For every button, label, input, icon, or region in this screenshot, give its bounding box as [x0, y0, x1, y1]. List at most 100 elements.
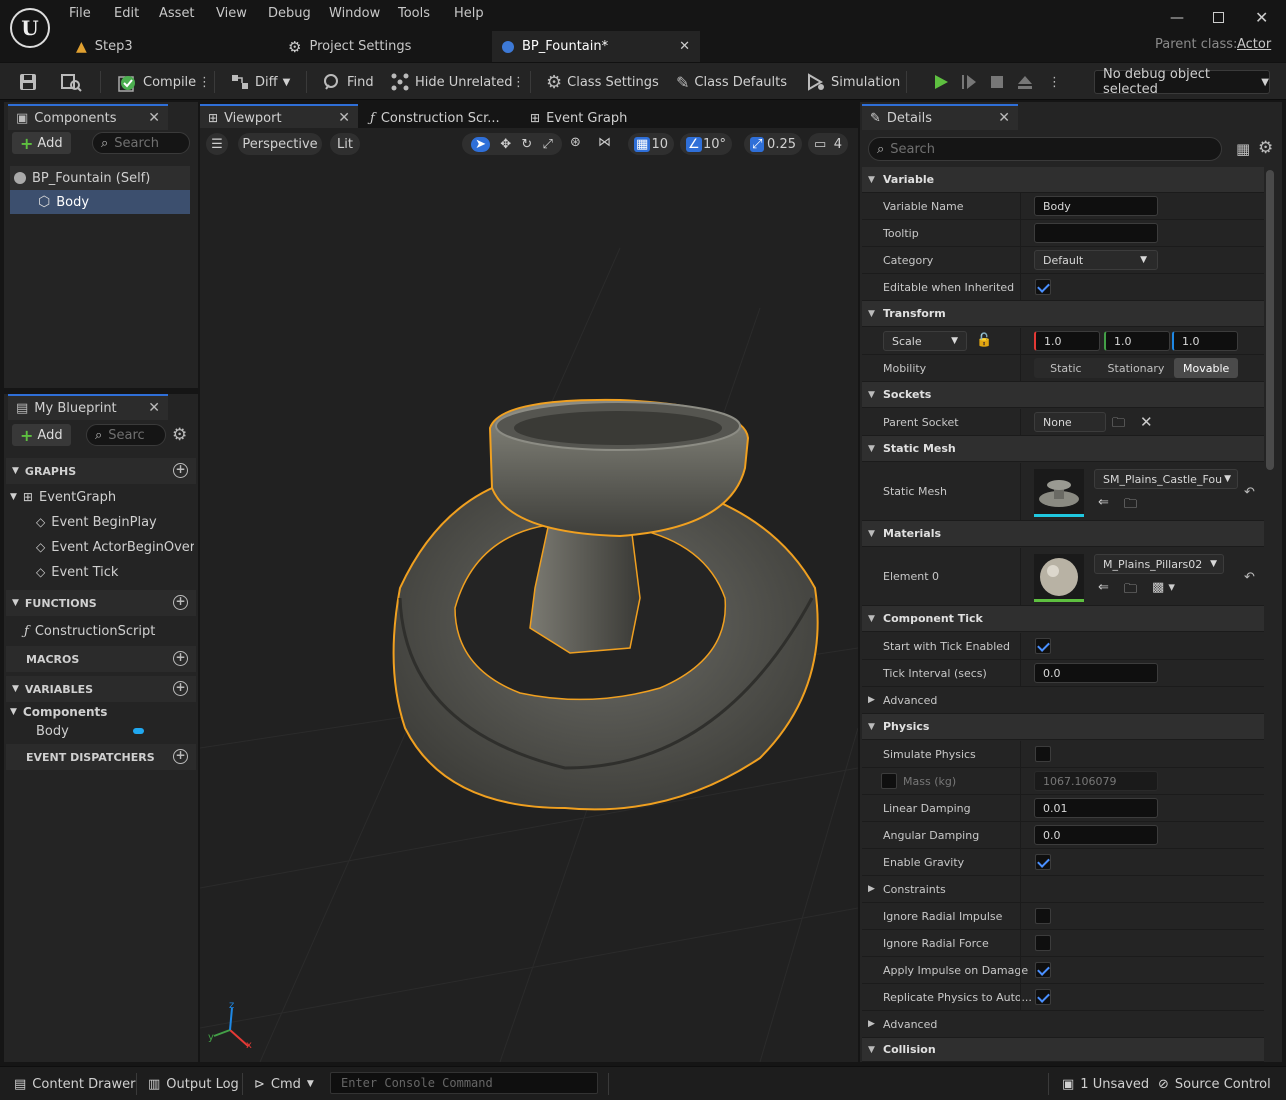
row-tick-advanced[interactable]: ▶ Advanced — [862, 687, 1264, 714]
source-control-button[interactable]: ⊘ Source Control — [1158, 1067, 1271, 1100]
browse-socket-icon[interactable]: 🗀 — [1112, 414, 1125, 436]
event-tick-item[interactable]: ◇ Event Tick — [36, 560, 118, 584]
lit-button[interactable]: Lit — [330, 133, 360, 155]
menu-window[interactable]: Window — [329, 6, 380, 21]
body-variable-item[interactable]: Body — [36, 719, 144, 743]
reset-to-default-icon[interactable]: ↶ — [1244, 570, 1255, 585]
add-macro-icon[interactable]: + — [173, 651, 188, 666]
mobility-movable-option[interactable]: Movable — [1174, 358, 1238, 378]
hide-unrelated-button[interactable]: Hide Unrelated — [390, 63, 513, 101]
row-constraints[interactable]: ▶ Constraints — [862, 876, 1264, 903]
browse-asset-icon[interactable]: 🗀 — [1124, 495, 1137, 517]
scale-mode-dropdown[interactable]: Scale ▼ — [883, 331, 967, 351]
menu-tools[interactable]: Tools — [398, 6, 430, 21]
macros-section-header[interactable]: MACROS + — [6, 646, 196, 672]
compile-button[interactable]: Compile — [116, 63, 196, 101]
perspective-button[interactable]: Perspective — [238, 133, 322, 155]
variables-section-header[interactable]: ▼ VARIABLES + — [6, 676, 196, 702]
close-tab-icon[interactable]: ✕ — [679, 39, 690, 54]
move-tool-icon[interactable]: ✥ — [500, 137, 511, 152]
grid-snap-button[interactable]: ▦ 10 — [628, 133, 674, 155]
close-icon[interactable]: ✕ — [998, 110, 1010, 126]
ignore-radial-impulse-checkbox[interactable] — [1035, 908, 1051, 924]
class-settings-button[interactable]: ⚙ Class Settings — [546, 63, 659, 101]
unsaved-button[interactable]: ▣ 1 Unsaved — [1062, 1067, 1149, 1100]
category-transform[interactable]: ▼ Transform — [862, 301, 1264, 327]
tab-viewport[interactable]: ⊞ Viewport ✕ — [200, 104, 358, 130]
menu-debug[interactable]: Debug — [268, 6, 311, 21]
component-tree-body[interactable]: ⬡ Body — [10, 190, 190, 214]
replicate-physics-checkbox[interactable] — [1035, 989, 1051, 1005]
start-tick-checkbox[interactable] — [1035, 638, 1051, 654]
minimize-icon[interactable]: — — [1170, 10, 1184, 26]
find-button[interactable]: Find — [322, 63, 374, 101]
surface-snap-icon[interactable]: ⋈ — [598, 135, 611, 150]
simulate-physics-checkbox[interactable] — [1035, 746, 1051, 762]
step-button[interactable] — [960, 63, 978, 101]
compile-options-icon[interactable]: ⋮ — [198, 63, 211, 101]
console-command-input[interactable]: Enter Console Command — [330, 1072, 598, 1094]
close-icon[interactable]: ✕ — [338, 110, 350, 126]
material-options-icon[interactable]: ▩ ▾ — [1152, 580, 1175, 595]
close-icon[interactable]: ✕ — [148, 400, 160, 416]
add-function-icon[interactable]: + — [173, 595, 188, 610]
select-tool-icon[interactable]: ➤ — [471, 136, 491, 152]
add-graph-icon[interactable]: + — [173, 463, 188, 478]
add-component-button[interactable]: + Add — [12, 132, 71, 154]
mobility-static-option[interactable]: Static — [1034, 358, 1098, 378]
static-mesh-thumbnail[interactable] — [1034, 469, 1084, 517]
stop-button[interactable] — [988, 63, 1006, 101]
play-options-icon[interactable]: ⋮ — [1048, 63, 1061, 101]
output-log-button[interactable]: ▥ Output Log — [148, 1067, 239, 1100]
add-member-button[interactable]: + Add — [12, 424, 71, 446]
viewport[interactable]: x y z ☰ Perspective Lit ➤ ✥ ↻ ⤢ ⊛ ⋈ ▦ 10… — [200, 128, 858, 1062]
components-tab[interactable]: ▣ Components ✕ — [8, 104, 168, 130]
scale-x-input[interactable]: 1.0 — [1034, 331, 1100, 351]
debug-object-select[interactable]: No debug object selected ▼ — [1094, 67, 1270, 97]
tab-construction-script[interactable]: ƒ Construction Scr... — [362, 104, 518, 130]
angular-damping-input[interactable]: 0.0 — [1034, 825, 1158, 845]
doc-tab-bp-fountain[interactable]: BP_Fountain* ✕ — [492, 31, 700, 62]
event-dispatchers-section-header[interactable]: EVENT DISPATCHERS + — [6, 744, 196, 770]
editable-inherited-checkbox[interactable] — [1035, 279, 1051, 295]
camera-speed-button[interactable]: ▭ 4 — [808, 133, 848, 155]
menu-asset[interactable]: Asset — [159, 6, 195, 21]
close-window-icon[interactable]: ✕ — [1255, 8, 1268, 27]
static-mesh-picker[interactable]: SM_Plains_Castle_Fou ▼ — [1094, 469, 1238, 489]
table-view-icon[interactable]: ▦ — [1236, 140, 1250, 158]
linear-damping-input[interactable]: 0.01 — [1034, 798, 1158, 818]
my-blueprint-search-input[interactable]: ⌕ Searc — [86, 424, 166, 446]
my-blueprint-tab[interactable]: ▤ My Blueprint ✕ — [8, 394, 168, 420]
scale-y-input[interactable]: 1.0 — [1104, 331, 1170, 351]
viewport-menu-button[interactable]: ☰ — [206, 133, 228, 155]
tick-interval-input[interactable]: 0.0 — [1034, 663, 1158, 683]
clear-icon[interactable]: ✕ — [1140, 413, 1153, 431]
ignore-radial-force-checkbox[interactable] — [1035, 935, 1051, 951]
scale-snap-button[interactable]: ⤢ 0.25 — [744, 133, 802, 155]
material-thumbnail[interactable] — [1034, 554, 1084, 602]
menu-view[interactable]: View — [216, 6, 247, 21]
category-dropdown[interactable]: Default ▼ — [1034, 250, 1158, 270]
details-search-input[interactable]: ⌕ Search — [868, 137, 1222, 161]
play-button[interactable] — [932, 63, 950, 101]
construction-script-item[interactable]: ƒ ConstructionScript — [24, 619, 155, 643]
doc-tab-project-settings[interactable]: ⚙ Project Settings — [278, 31, 490, 62]
details-tab[interactable]: ✎ Details ✕ — [862, 104, 1018, 130]
cmd-dropdown[interactable]: ⊳ Cmd ▼ — [254, 1067, 314, 1100]
lock-icon[interactable]: 🔓 — [976, 333, 992, 348]
tooltip-input[interactable] — [1034, 223, 1158, 243]
add-dispatcher-icon[interactable]: + — [173, 749, 188, 764]
more-options-icon[interactable]: ⋮ — [512, 63, 525, 101]
browse-button[interactable] — [60, 63, 82, 101]
settings-gear-icon[interactable]: ⚙ — [172, 425, 187, 445]
menu-help[interactable]: Help — [454, 6, 484, 21]
use-selected-icon[interactable]: ⇐ — [1098, 580, 1109, 595]
mobility-stationary-option[interactable]: Stationary — [1098, 358, 1175, 378]
close-icon[interactable]: ✕ — [148, 110, 160, 126]
category-component-tick[interactable]: ▼ Component Tick — [862, 606, 1264, 632]
apply-impulse-checkbox[interactable] — [1035, 962, 1051, 978]
browse-asset-icon[interactable]: 🗀 — [1124, 580, 1137, 602]
mass-override-checkbox[interactable] — [881, 773, 897, 789]
add-variable-icon[interactable]: + — [173, 681, 188, 696]
world-local-icon[interactable]: ⊛ — [570, 135, 581, 150]
